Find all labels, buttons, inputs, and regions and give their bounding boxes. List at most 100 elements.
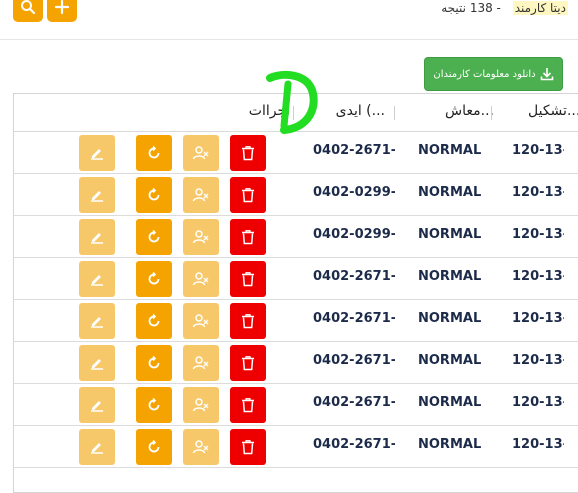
- user-switch-button[interactable]: [183, 177, 219, 213]
- edit-icon: [89, 314, 105, 328]
- table-row: 0402-2671-52 NORMAL 120-13-01: [14, 131, 578, 174]
- edit-button[interactable]: [79, 261, 115, 297]
- cell-salary: NORMAL: [418, 353, 482, 368]
- cell-tashkil: 120-13-01: [512, 437, 564, 452]
- cell-salary: NORMAL: [418, 311, 482, 326]
- cell-id: 0402-2671-52: [313, 143, 395, 158]
- result-count: - 138 نتیجه: [441, 1, 501, 15]
- column-id[interactable]: ...) ایدی: [336, 103, 385, 119]
- user-switch-button[interactable]: [183, 387, 219, 423]
- cell-salary: NORMAL: [418, 269, 482, 284]
- cell-id: 0402-2671-78: [313, 395, 395, 410]
- reset-button[interactable]: [136, 219, 172, 255]
- user-switch-icon: [192, 145, 210, 161]
- edit-button[interactable]: [79, 387, 115, 423]
- table-row: 0402-2671-49 NORMAL 120-13-01: [14, 425, 578, 468]
- table-row: 0402-2671-59 NORMAL 120-13-01: [14, 341, 578, 384]
- page-header: دیتا کارمند - 138 نتیجه: [441, 1, 568, 15]
- edit-button[interactable]: [79, 177, 115, 213]
- reset-button[interactable]: [136, 345, 172, 381]
- search-icon: [21, 0, 36, 15]
- header-divider: [0, 39, 578, 40]
- user-switch-button[interactable]: [183, 345, 219, 381]
- delete-button[interactable]: [230, 177, 266, 213]
- page-title: دیتا کارمند: [512, 1, 568, 15]
- column-separator: [394, 106, 395, 120]
- user-switch-icon: [192, 271, 210, 287]
- delete-button[interactable]: [230, 261, 266, 297]
- employees-table: اجراات ...) ایدی ...معاش ...تشکیل 0402-2…: [13, 93, 578, 493]
- edit-button[interactable]: [79, 219, 115, 255]
- edit-button[interactable]: [79, 345, 115, 381]
- cell-tashkil: 120-13-01: [512, 143, 564, 158]
- delete-button[interactable]: [230, 345, 266, 381]
- delete-button[interactable]: [230, 219, 266, 255]
- reset-button[interactable]: [136, 135, 172, 171]
- edit-button[interactable]: [79, 303, 115, 339]
- reset-icon: [146, 355, 162, 371]
- user-switch-button[interactable]: [183, 219, 219, 255]
- cell-tashkil: 120-13-01: [512, 269, 564, 284]
- cell-salary: NORMAL: [418, 437, 482, 452]
- delete-icon: [241, 145, 255, 161]
- plus-icon: [54, 0, 70, 15]
- delete-button[interactable]: [230, 387, 266, 423]
- reset-icon: [146, 145, 162, 161]
- user-switch-button[interactable]: [183, 261, 219, 297]
- delete-button[interactable]: [230, 135, 266, 171]
- table-row: 0402-2671-78 NORMAL 120-13-01: [14, 383, 578, 426]
- user-switch-icon: [192, 397, 210, 413]
- cell-id: 0402-0299-3: [313, 185, 395, 200]
- cell-tashkil: 120-13-01: [512, 311, 564, 326]
- reset-icon: [146, 313, 162, 329]
- reset-button[interactable]: [136, 387, 172, 423]
- delete-icon: [241, 313, 255, 329]
- delete-icon: [241, 187, 255, 203]
- user-switch-icon: [192, 355, 210, 371]
- download-employees-button[interactable]: دانلود معلومات کارمندان: [424, 57, 563, 91]
- search-button[interactable]: [13, 0, 43, 22]
- column-separator: [491, 106, 492, 120]
- delete-icon: [241, 439, 255, 455]
- delete-icon: [241, 355, 255, 371]
- cell-salary: NORMAL: [418, 227, 482, 242]
- cell-salary: NORMAL: [418, 185, 482, 200]
- delete-icon: [241, 229, 255, 245]
- cell-salary: NORMAL: [418, 143, 482, 158]
- user-switch-icon: [192, 439, 210, 455]
- edit-button[interactable]: [79, 135, 115, 171]
- edit-icon: [89, 230, 105, 244]
- cell-tashkil: 120-13-01: [512, 227, 564, 242]
- column-tashkil[interactable]: ...تشکیل: [528, 103, 578, 119]
- add-button[interactable]: [47, 0, 77, 22]
- delete-button[interactable]: [230, 303, 266, 339]
- delete-icon: [241, 271, 255, 287]
- cell-tashkil: 120-13-01: [512, 185, 564, 200]
- cell-tashkil: 120-13-01: [512, 395, 564, 410]
- cell-id: 0402-2671-49: [313, 437, 395, 452]
- reset-button[interactable]: [136, 261, 172, 297]
- download-icon: [540, 68, 553, 81]
- delete-icon: [241, 397, 255, 413]
- table-row: 0402-2671-60 NORMAL 120-13-01: [14, 257, 578, 300]
- reset-icon: [146, 271, 162, 287]
- user-switch-icon: [192, 229, 210, 245]
- cell-tashkil: 120-13-01: [512, 353, 564, 368]
- cell-salary: NORMAL: [418, 395, 482, 410]
- user-switch-button[interactable]: [183, 303, 219, 339]
- column-salary[interactable]: ...معاش: [445, 103, 494, 119]
- table-row: 0402-0299-3 NORMAL 120-13-01: [14, 173, 578, 216]
- edit-icon: [89, 188, 105, 202]
- edit-icon: [89, 440, 105, 454]
- cell-id: 0402-2671-60: [313, 269, 395, 284]
- table-row: 0402-0299-4 NORMAL 120-13-01: [14, 215, 578, 258]
- edit-icon: [89, 398, 105, 412]
- reset-icon: [146, 229, 162, 245]
- edit-icon: [89, 356, 105, 370]
- user-switch-icon: [192, 313, 210, 329]
- cell-id: 0402-2671-59: [313, 353, 395, 368]
- user-switch-button[interactable]: [183, 135, 219, 171]
- cell-id: 0402-2671-61: [313, 311, 395, 326]
- reset-button[interactable]: [136, 177, 172, 213]
- reset-button[interactable]: [136, 303, 172, 339]
